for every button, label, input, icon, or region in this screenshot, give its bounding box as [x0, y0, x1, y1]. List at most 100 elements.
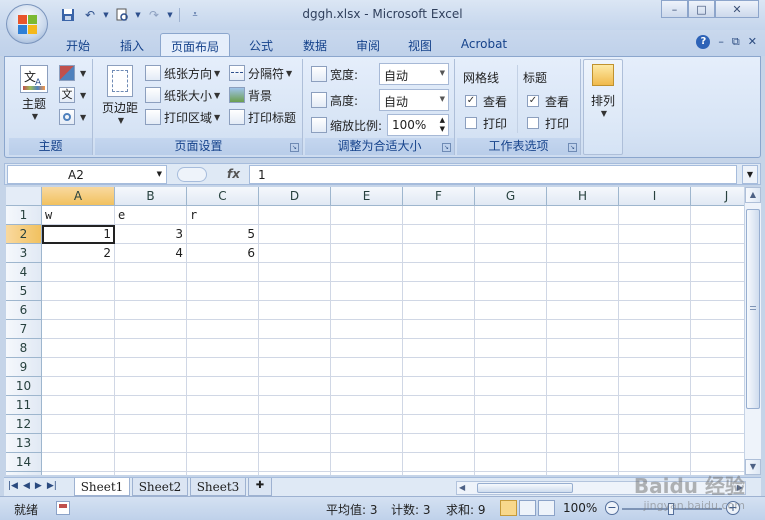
macro-record-icon[interactable]: [56, 501, 70, 515]
cell-i7[interactable]: [619, 320, 691, 339]
cell-d14[interactable]: [259, 453, 331, 472]
cell-c6[interactable]: [187, 301, 259, 320]
maximize-button[interactable]: □: [688, 0, 715, 18]
first-sheet-icon[interactable]: |◀: [8, 481, 18, 491]
cell-a5[interactable]: [42, 282, 115, 301]
cell-f10[interactable]: [403, 377, 475, 396]
ribbon-restore-icon[interactable]: ⧉: [732, 35, 740, 49]
row-header-2[interactable]: 2: [6, 225, 42, 244]
cell-e10[interactable]: [331, 377, 403, 396]
cell-b12[interactable]: [115, 415, 187, 434]
cell-a12[interactable]: [42, 415, 115, 434]
cell-h12[interactable]: [547, 415, 619, 434]
cell-b10[interactable]: [115, 377, 187, 396]
cell-j4[interactable]: [691, 263, 744, 282]
cell-g8[interactable]: [475, 339, 547, 358]
cell-d5[interactable]: [259, 282, 331, 301]
tab-formulas[interactable]: 公式: [238, 33, 284, 56]
cell-i11[interactable]: [619, 396, 691, 415]
vertical-scroll-thumb[interactable]: [746, 209, 760, 409]
cell-g14[interactable]: [475, 453, 547, 472]
cell-g7[interactable]: [475, 320, 547, 339]
cell-d13[interactable]: [259, 434, 331, 453]
column-header-c[interactable]: C: [187, 187, 259, 206]
cell-b8[interactable]: [115, 339, 187, 358]
cell-j9[interactable]: [691, 358, 744, 377]
close-button[interactable]: ✕: [715, 0, 759, 18]
spinner-icon[interactable]: ▲ ▼: [440, 116, 445, 134]
cell-f7[interactable]: [403, 320, 475, 339]
cell-g9[interactable]: [475, 358, 547, 377]
cell-c12[interactable]: [187, 415, 259, 434]
column-header-i[interactable]: I: [619, 187, 691, 206]
column-header-j[interactable]: J: [691, 187, 744, 206]
prev-sheet-icon[interactable]: ◀: [23, 481, 30, 491]
cell-e13[interactable]: [331, 434, 403, 453]
cell-a11[interactable]: [42, 396, 115, 415]
cell-d7[interactable]: [259, 320, 331, 339]
cell-b11[interactable]: [115, 396, 187, 415]
sheet-tab-sheet2[interactable]: Sheet2: [132, 478, 188, 496]
cell-e4[interactable]: [331, 263, 403, 282]
cell-f14[interactable]: [403, 453, 475, 472]
cell-f4[interactable]: [403, 263, 475, 282]
last-sheet-icon[interactable]: ▶|: [47, 481, 57, 491]
cell-f2[interactable]: [403, 225, 475, 244]
cell-b4[interactable]: [115, 263, 187, 282]
scroll-down-icon[interactable]: ▼: [745, 459, 761, 475]
cell-i6[interactable]: [619, 301, 691, 320]
row-header-13[interactable]: 13: [6, 434, 42, 453]
cell-h7[interactable]: [547, 320, 619, 339]
cell-j3[interactable]: [691, 244, 744, 263]
cell-c10[interactable]: [187, 377, 259, 396]
cell-g5[interactable]: [475, 282, 547, 301]
dialog-launcher-icon[interactable]: ↘: [568, 143, 577, 152]
cell-f15[interactable]: [403, 472, 475, 475]
cell-c11[interactable]: [187, 396, 259, 415]
cell-d6[interactable]: [259, 301, 331, 320]
cell-a15[interactable]: [42, 472, 115, 475]
cell-h1[interactable]: [547, 206, 619, 225]
cell-f6[interactable]: [403, 301, 475, 320]
cell-i13[interactable]: [619, 434, 691, 453]
cell-i1[interactable]: [619, 206, 691, 225]
cell-c15[interactable]: [187, 472, 259, 475]
cell-h4[interactable]: [547, 263, 619, 282]
ribbon-close-icon[interactable]: ✕: [748, 35, 757, 49]
cell-j13[interactable]: [691, 434, 744, 453]
expand-formula-bar-icon[interactable]: ▼: [742, 165, 758, 184]
cell-a3[interactable]: 2: [42, 244, 115, 263]
tab-insert[interactable]: 插入: [108, 33, 156, 56]
cell-i12[interactable]: [619, 415, 691, 434]
column-header-h[interactable]: H: [547, 187, 619, 206]
cell-f11[interactable]: [403, 396, 475, 415]
minimize-button[interactable]: –: [661, 0, 688, 18]
name-box[interactable]: A2 ▼: [7, 165, 167, 184]
cell-a14[interactable]: [42, 453, 115, 472]
cell-g4[interactable]: [475, 263, 547, 282]
cell-j5[interactable]: [691, 282, 744, 301]
cell-f1[interactable]: [403, 206, 475, 225]
scale-stepper[interactable]: 100% ▲ ▼: [387, 114, 449, 136]
cell-e5[interactable]: [331, 282, 403, 301]
cell-g10[interactable]: [475, 377, 547, 396]
cell-a2[interactable]: 1: [42, 225, 115, 244]
cell-j12[interactable]: [691, 415, 744, 434]
cell-d12[interactable]: [259, 415, 331, 434]
select-all-corner[interactable]: [6, 187, 42, 206]
cell-g12[interactable]: [475, 415, 547, 434]
print-titles-button[interactable]: 打印标题: [229, 107, 296, 127]
cell-i4[interactable]: [619, 263, 691, 282]
cell-i2[interactable]: [619, 225, 691, 244]
cell-h11[interactable]: [547, 396, 619, 415]
cell-e7[interactable]: [331, 320, 403, 339]
cell-c4[interactable]: [187, 263, 259, 282]
headings-print-checkbox[interactable]: 打印: [527, 113, 569, 133]
cell-d4[interactable]: [259, 263, 331, 282]
office-button[interactable]: [6, 4, 48, 44]
cell-j8[interactable]: [691, 339, 744, 358]
cell-f12[interactable]: [403, 415, 475, 434]
cell-d1[interactable]: [259, 206, 331, 225]
width-select[interactable]: 自动 ▼: [379, 63, 449, 85]
cell-h9[interactable]: [547, 358, 619, 377]
